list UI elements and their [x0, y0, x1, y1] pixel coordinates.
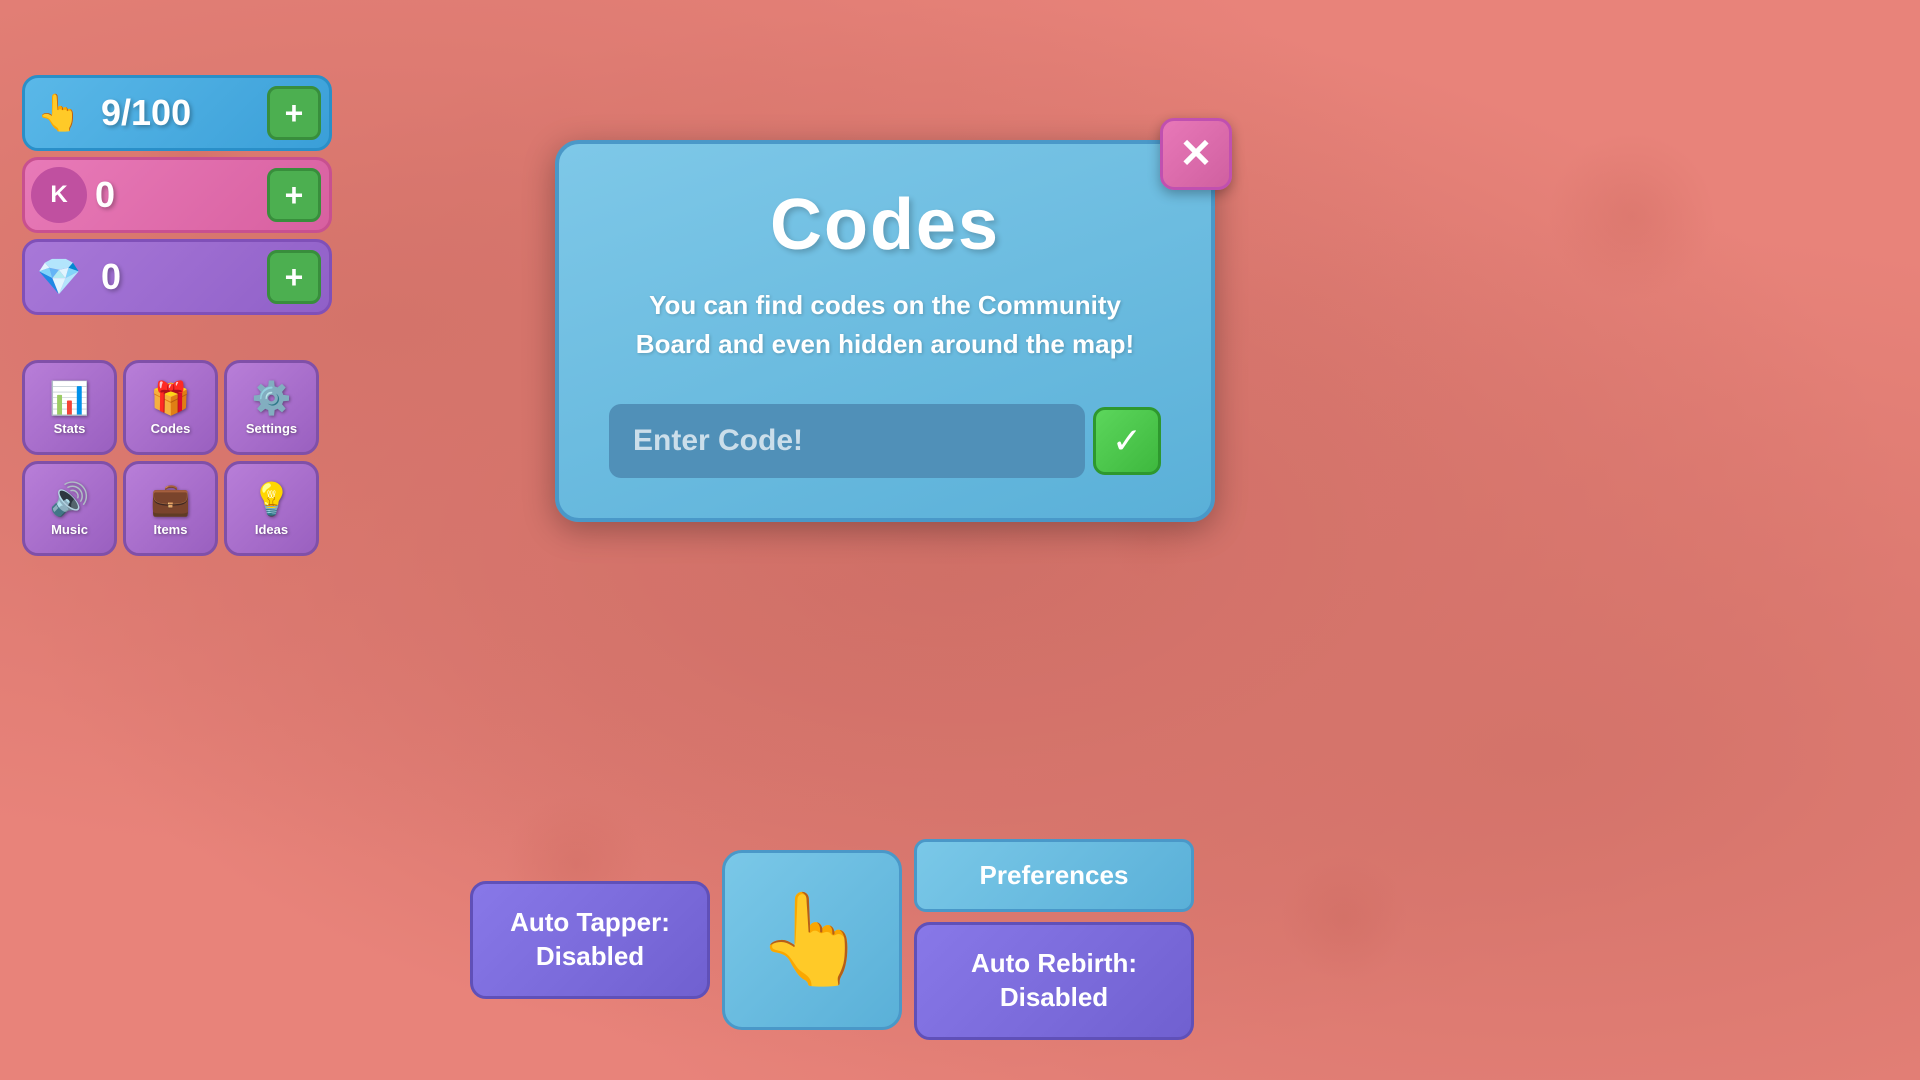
hand-tap-icon: 👆 — [756, 887, 868, 992]
clicks-icon: 👆 — [25, 79, 93, 147]
settings-button[interactable]: ⚙️ Settings — [224, 360, 319, 455]
codes-label: Codes — [151, 421, 191, 436]
gems-value: 0 — [93, 256, 267, 298]
stats-icon: 📊 — [50, 379, 90, 417]
coins-icon: K — [31, 167, 87, 223]
items-label: Items — [154, 522, 188, 537]
codes-modal: Codes You can find codes on the Communit… — [555, 140, 1215, 522]
gems-bar: 💎 0 + — [22, 239, 332, 315]
modal-title: Codes — [609, 184, 1161, 266]
ideas-icon: 💡 — [252, 480, 292, 518]
ideas-label: Ideas — [255, 522, 288, 537]
settings-label: Settings — [246, 421, 297, 436]
auto-rebirth-button[interactable]: Auto Rebirth:Disabled — [914, 922, 1194, 1040]
items-icon: 💼 — [151, 480, 191, 518]
submit-code-button[interactable]: ✓ — [1093, 407, 1161, 475]
clicks-plus-button[interactable]: + — [267, 86, 321, 140]
clicks-value: 9/100 — [93, 92, 267, 134]
nav-grid: 📊 Stats 🎁 Codes ⚙️ Settings 🔊 Music 💼 It… — [22, 360, 319, 556]
auto-rebirth-label: Auto Rebirth:Disabled — [971, 948, 1137, 1012]
ideas-button[interactable]: 💡 Ideas — [224, 461, 319, 556]
music-button[interactable]: 🔊 Music — [22, 461, 117, 556]
music-icon: 🔊 — [50, 480, 90, 518]
coins-bar: K 0 + — [22, 157, 332, 233]
stats-button[interactable]: 📊 Stats — [22, 360, 117, 455]
code-input-row: ✓ — [609, 404, 1161, 478]
codes-icon: 🎁 — [151, 379, 191, 417]
tap-icon-button[interactable]: 👆 — [722, 850, 902, 1030]
right-buttons: Preferences Auto Rebirth:Disabled — [914, 839, 1194, 1040]
close-button[interactable]: ✕ — [1160, 118, 1232, 190]
preferences-button[interactable]: Preferences — [914, 839, 1194, 912]
coins-plus-button[interactable]: + — [267, 168, 321, 222]
preferences-label: Preferences — [980, 860, 1129, 890]
stats-label: Stats — [54, 421, 86, 436]
auto-tapper-label: Auto Tapper:Disabled — [510, 907, 670, 971]
modal-description: You can find codes on the Community Boar… — [609, 286, 1161, 364]
gems-plus-button[interactable]: + — [267, 250, 321, 304]
clicks-bar: 👆 9/100 + — [22, 75, 332, 151]
close-icon: ✕ — [1179, 131, 1213, 177]
auto-tapper-button[interactable]: Auto Tapper:Disabled — [470, 881, 710, 999]
codes-button[interactable]: 🎁 Codes — [123, 360, 218, 455]
currency-section: 👆 9/100 + K 0 + 💎 0 + — [22, 75, 332, 315]
music-label: Music — [51, 522, 88, 537]
coins-value: 0 — [87, 174, 267, 216]
bottom-section: Auto Tapper:Disabled 👆 Preferences Auto … — [470, 839, 1194, 1040]
settings-icon: ⚙️ — [252, 379, 292, 417]
gems-icon: 💎 — [25, 243, 93, 311]
checkmark-icon: ✓ — [1112, 420, 1142, 462]
code-input[interactable] — [609, 404, 1085, 478]
items-button[interactable]: 💼 Items — [123, 461, 218, 556]
